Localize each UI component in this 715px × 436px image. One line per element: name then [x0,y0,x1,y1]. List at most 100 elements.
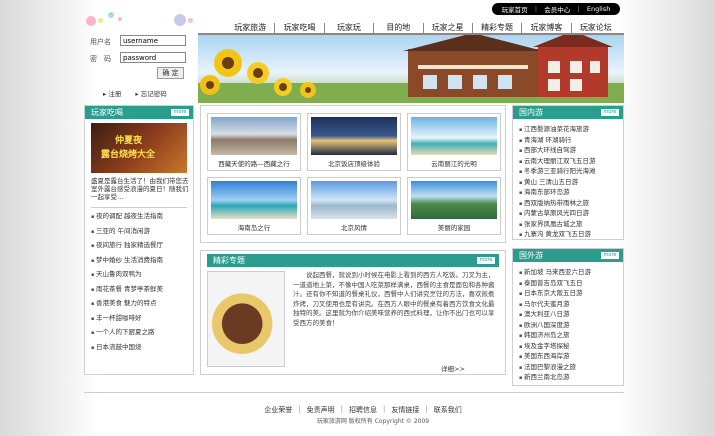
list-item[interactable]: 丰一杯甜咖啡好 [91,313,187,324]
banner-sunflower-house-image [198,35,624,103]
feature-text: 说起西餐，就说到小时候在电影上看到的西方人吃饭。刀叉为主，一道道地上菜，不像中国… [293,271,495,327]
username-input[interactable] [120,35,186,46]
pink-dot-icon [188,18,193,23]
list-item[interactable]: 海南东部环岛游 [519,187,617,198]
food-intro-text: 盛夏是露台生活了！由我们带您去室外露台感受浪漫的夏日！随我们一起享受… [91,177,189,201]
list-item[interactable]: 江西婺源油菜花海旅游 [519,124,617,135]
list-item[interactable]: 西双版纳热带雨林之旅 [519,198,617,209]
list-item[interactable]: 夜间旅行 独家精选餐厅 [91,240,187,251]
photo-card-yunnan[interactable]: 云南丽江的光明 [407,113,501,171]
list-item[interactable]: 埃及金字塔探秘 [519,341,617,352]
pink-dot-icon [86,16,96,26]
food-more-link[interactable]: more [171,109,189,116]
list-item[interactable]: 三亚的 午间消闲游 [91,226,187,237]
footer-link-contact[interactable]: 联系我们 [434,405,462,415]
list-item[interactable]: 天山鲁肉双鸭为 [91,269,187,280]
photo-caption: 西藏天使的路—西藏之行 [218,160,290,168]
list-item[interactable]: 日本东京大阪五日游 [519,288,617,299]
top-links-bar: 玩家首页 | 会员中心 | English [492,3,620,15]
list-item[interactable]: 西部大环线自驾游 [519,145,617,156]
photo-card-hainan[interactable]: 海南岛之行 [207,177,301,235]
english-link[interactable]: English [587,5,610,13]
forgot-password-link[interactable]: ▸ 忘记密码 [135,88,166,98]
list-item[interactable]: 一个人的下厨夏之路 [91,327,187,338]
list-item[interactable]: 泰国普吉岛双飞五日 [519,278,617,289]
steak-photo[interactable] [207,271,285,367]
register-link[interactable]: ▸ 注册 [103,88,121,98]
blue-dot-icon [108,12,114,18]
food-panel-title: 玩家吃喝 [91,108,123,117]
list-item[interactable]: 梦中婚纱 生活消费指南 [91,255,187,266]
list-item[interactable]: 内蒙古草原风光四日游 [519,208,617,219]
photo-card-beijing-hotel[interactable]: 北京饭店顶级体验 [307,113,401,171]
mountain-photo-icon [211,117,297,155]
nav-item-travel[interactable]: 玩家旅游 [226,23,274,33]
bbq-promo-image[interactable]: 仲夏夜 露台烧烤大全 [91,123,187,173]
overseas-more-link[interactable]: more [601,252,619,259]
copyright-text: 玩家旅游网 版权所有 Copyright © 2009 [316,418,430,425]
domestic-more-link[interactable]: more [601,109,619,116]
list-item[interactable]: 马尔代夫蜜月游 [519,299,617,310]
footer-link-friends[interactable]: 友情链接 [391,405,419,415]
house-icon [403,35,613,97]
login-links: ▸ 注册 ▸ 忘记密码 [103,88,193,98]
food-panel: 玩家吃喝 more 仲夏夜 露台烧烤大全 盛夏是露台生活了！由我们带您去室外露台… [84,105,194,375]
member-center-link[interactable]: 会员中心 [544,4,570,14]
list-item[interactable]: 新西兰南北岛游 [519,372,617,383]
palace-photo-icon [311,117,397,155]
footer-link-jobs[interactable]: 招聘信息 [349,405,377,415]
list-item[interactable]: 欧洲八国深度游 [519,320,617,331]
home-link[interactable]: 玩家首页 [502,4,528,14]
username-label: 用户名 [90,38,111,46]
list-item[interactable]: 青海湖 环湖骑行 [519,135,617,146]
list-item[interactable]: 雨花茶餐 青梦亭茶鲜美 [91,284,187,295]
footer-link-honor[interactable]: 企业荣誉 [264,405,292,415]
nav-item-blog[interactable]: 玩家博客 [521,23,570,33]
list-item[interactable]: 张家界凤凰古城之旅 [519,219,617,230]
feature-panel-title: 精彩专题 [213,256,245,265]
nav-item-destination[interactable]: 目的地 [373,23,422,33]
photo-caption: 美丽的家园 [437,224,471,232]
list-item[interactable]: 云南大理丽江双飞五日游 [519,156,617,167]
logo[interactable] [84,12,196,34]
password-label: 密 码 [90,55,111,63]
nav-item-food[interactable]: 玩家吃喝 [274,23,323,33]
domestic-tour-list: 江西婺源油菜花海旅游 青海湖 环湖骑行 西部大环线自驾游 云南大理丽江双飞五日游… [519,124,617,240]
footer-link-disclaimer[interactable]: 免责声明 [307,405,335,415]
yellow-dot-icon [98,18,103,23]
nav-item-forum[interactable]: 玩家论坛 [570,23,620,33]
list-item[interactable]: 黄山 三清山五日游 [519,177,617,188]
feature-more-link[interactable]: more [477,257,495,264]
photo-card-tibet[interactable]: 西藏天使的路—西藏之行 [207,113,301,171]
list-item[interactable]: 夜的调配 越夜生活指南 [91,211,187,222]
overseas-panel-header: 国外游 more [513,249,623,262]
list-item[interactable]: 法国巴黎浪漫之旅 [519,362,617,373]
island-photo-icon [211,181,297,219]
feature-detail-link[interactable]: 详细>> [441,363,481,373]
feature-panel-header: 精彩专题 more [207,254,499,267]
promo-title-line-2: 露台烧烤大全 [101,150,156,160]
nav-item-star[interactable]: 玩家之星 [422,23,472,33]
list-item[interactable]: 香港美食 魅力的特点 [91,298,187,309]
password-input[interactable] [120,52,186,63]
list-item[interactable]: 冬季游三亚骑行阳光海滩 [519,166,617,177]
list-item[interactable]: 日本流鼓中国烧 [91,342,187,353]
list-item[interactable]: 澳大利亚八日游 [519,309,617,320]
food-panel-header: 玩家吃喝 more [85,106,193,119]
photo-card-beijing[interactable]: 北京风情 [307,177,401,235]
photo-caption: 海南岛之行 [237,224,271,232]
overseas-tour-list: 新加坡 马来西亚六日游 泰国普吉岛双飞五日 日本东京大阪五日游 马尔代夫蜜月游 … [519,267,617,383]
beach-photo-icon [411,117,497,155]
photo-card-homeland[interactable]: 美丽的家园 [407,177,501,235]
domestic-panel-title: 国内游 [519,108,543,117]
domestic-panel-header: 国内游 more [513,106,623,119]
photo-caption: 云南丽江的光明 [431,160,477,168]
list-item[interactable]: 九寨沟 黄龙双飞五日游 [519,229,617,240]
lake-photo-icon [311,181,397,219]
login-confirm-button[interactable]: 确 定 [157,67,184,79]
nav-item-topics[interactable]: 精彩专题 [471,23,521,33]
list-item[interactable]: 美国东西海岸游 [519,351,617,362]
list-item[interactable]: 韩国济州岛之旅 [519,330,617,341]
list-item[interactable]: 新加坡 马来西亚六日游 [519,267,617,278]
nav-item-play[interactable]: 玩家玩 [323,23,373,33]
